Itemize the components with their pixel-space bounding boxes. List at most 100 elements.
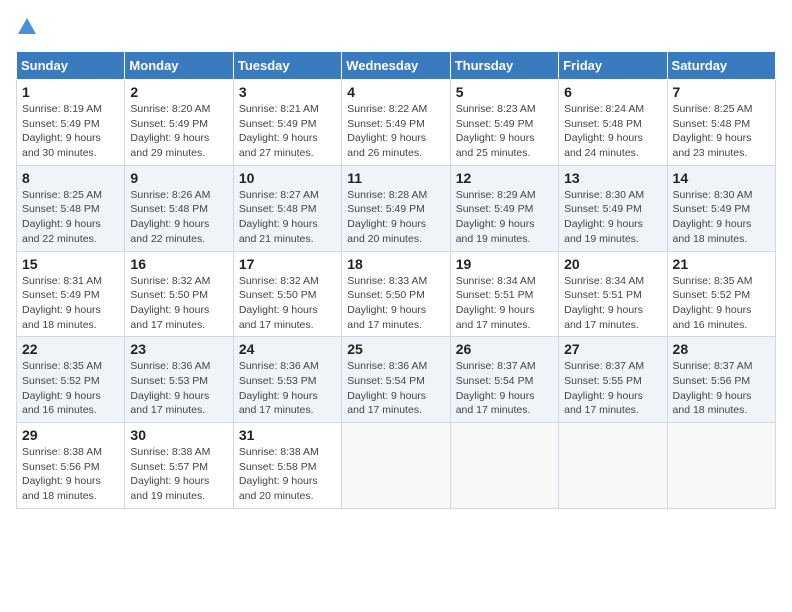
day-info: Sunrise: 8:37 AMSunset: 5:54 PMDaylight:… xyxy=(456,359,553,418)
day-info: Sunrise: 8:38 AMSunset: 5:57 PMDaylight:… xyxy=(130,445,227,504)
day-info: Sunrise: 8:36 AMSunset: 5:53 PMDaylight:… xyxy=(239,359,336,418)
day-info: Sunrise: 8:30 AMSunset: 5:49 PMDaylight:… xyxy=(564,188,661,247)
day-info: Sunrise: 8:34 AMSunset: 5:51 PMDaylight:… xyxy=(564,274,661,333)
calendar-cell: 27Sunrise: 8:37 AMSunset: 5:55 PMDayligh… xyxy=(559,337,667,423)
header-row: SundayMondayTuesdayWednesdayThursdayFrid… xyxy=(17,52,776,80)
day-info: Sunrise: 8:26 AMSunset: 5:48 PMDaylight:… xyxy=(130,188,227,247)
calendar-cell: 30Sunrise: 8:38 AMSunset: 5:57 PMDayligh… xyxy=(125,423,233,509)
day-number: 15 xyxy=(22,256,119,272)
calendar-cell: 8 Sunrise: 8:25 AMSunset: 5:48 PMDaylight… xyxy=(17,165,125,251)
calendar-cell: 24 Sunrise: 8:36 AMSunset: 5:53 PMDayligh… xyxy=(233,337,341,423)
calendar-cell: 13Sunrise: 8:30 AMSunset: 5:49 PMDayligh… xyxy=(559,165,667,251)
calendar-cell: 14 Sunrise: 8:30 AMSunset: 5:49 PMDayligh… xyxy=(667,165,775,251)
calendar-cell: 12 Sunrise: 8:29 AMSunset: 5:49 PMDayligh… xyxy=(450,165,558,251)
day-info: Sunrise: 8:36 AMSunset: 5:54 PMDaylight:… xyxy=(347,359,444,418)
day-info: Sunrise: 8:28 AMSunset: 5:49 PMDaylight:… xyxy=(347,188,444,247)
day-info: Sunrise: 8:38 AMSunset: 5:56 PMDaylight:… xyxy=(22,445,119,504)
day-number: 21 xyxy=(673,256,770,272)
day-info: Sunrise: 8:27 AMSunset: 5:48 PMDaylight:… xyxy=(239,188,336,247)
day-info: Sunrise: 8:21 AMSunset: 5:49 PMDaylight:… xyxy=(239,102,336,161)
day-number: 7 xyxy=(673,84,770,100)
day-number: 5 xyxy=(456,84,553,100)
day-info: Sunrise: 8:29 AMSunset: 5:49 PMDaylight:… xyxy=(456,188,553,247)
day-info: Sunrise: 8:32 AMSunset: 5:50 PMDaylight:… xyxy=(239,274,336,333)
day-info: Sunrise: 8:38 AMSunset: 5:58 PMDaylight:… xyxy=(239,445,336,504)
day-info: Sunrise: 8:35 AMSunset: 5:52 PMDaylight:… xyxy=(673,274,770,333)
day-number: 12 xyxy=(456,170,553,186)
calendar-table: SundayMondayTuesdayWednesdayThursdayFrid… xyxy=(16,51,776,509)
header xyxy=(16,16,776,43)
calendar-cell: 19 Sunrise: 8:34 AMSunset: 5:51 PMDayligh… xyxy=(450,251,558,337)
day-info: Sunrise: 8:31 AMSunset: 5:49 PMDaylight:… xyxy=(22,274,119,333)
header-day: Sunday xyxy=(17,52,125,80)
day-info: Sunrise: 8:23 AMSunset: 5:49 PMDaylight:… xyxy=(456,102,553,161)
calendar-week-row: 15 Sunrise: 8:31 AMSunset: 5:49 PMDayligh… xyxy=(17,251,776,337)
day-number: 8 xyxy=(22,170,119,186)
header-day: Friday xyxy=(559,52,667,80)
day-info: Sunrise: 8:30 AMSunset: 5:49 PMDaylight:… xyxy=(673,188,770,247)
calendar-week-row: 8 Sunrise: 8:25 AMSunset: 5:48 PMDaylight… xyxy=(17,165,776,251)
calendar-cell: 17 Sunrise: 8:32 AMSunset: 5:50 PMDayligh… xyxy=(233,251,341,337)
calendar-week-row: 1Sunrise: 8:19 AMSunset: 5:49 PMDaylight… xyxy=(17,80,776,166)
day-info: Sunrise: 8:20 AMSunset: 5:49 PMDaylight:… xyxy=(130,102,227,161)
calendar-cell: 6 Sunrise: 8:24 AMSunset: 5:48 PMDaylight… xyxy=(559,80,667,166)
calendar-cell: 11Sunrise: 8:28 AMSunset: 5:49 PMDayligh… xyxy=(342,165,450,251)
calendar-cell: 1Sunrise: 8:19 AMSunset: 5:49 PMDaylight… xyxy=(17,80,125,166)
calendar-cell: 16 Sunrise: 8:32 AMSunset: 5:50 PMDayligh… xyxy=(125,251,233,337)
day-number: 22 xyxy=(22,341,119,357)
day-info: Sunrise: 8:35 AMSunset: 5:52 PMDaylight:… xyxy=(22,359,119,418)
calendar-cell: 4 Sunrise: 8:22 AMSunset: 5:49 PMDaylight… xyxy=(342,80,450,166)
calendar-week-row: 22 Sunrise: 8:35 AMSunset: 5:52 PMDayligh… xyxy=(17,337,776,423)
header-day: Saturday xyxy=(667,52,775,80)
day-number: 19 xyxy=(456,256,553,272)
calendar-cell: 26 Sunrise: 8:37 AMSunset: 5:54 PMDayligh… xyxy=(450,337,558,423)
header-day: Wednesday xyxy=(342,52,450,80)
day-number: 25 xyxy=(347,341,444,357)
calendar-cell: 3 Sunrise: 8:21 AMSunset: 5:49 PMDaylight… xyxy=(233,80,341,166)
day-number: 24 xyxy=(239,341,336,357)
day-number: 20 xyxy=(564,256,661,272)
calendar-cell: 25 Sunrise: 8:36 AMSunset: 5:54 PMDayligh… xyxy=(342,337,450,423)
calendar-cell xyxy=(450,423,558,509)
day-info: Sunrise: 8:33 AMSunset: 5:50 PMDaylight:… xyxy=(347,274,444,333)
day-number: 16 xyxy=(130,256,227,272)
calendar-cell: 10Sunrise: 8:27 AMSunset: 5:48 PMDayligh… xyxy=(233,165,341,251)
calendar-cell: 18Sunrise: 8:33 AMSunset: 5:50 PMDayligh… xyxy=(342,251,450,337)
header-day: Thursday xyxy=(450,52,558,80)
calendar-cell: 2 Sunrise: 8:20 AMSunset: 5:49 PMDaylight… xyxy=(125,80,233,166)
day-info: Sunrise: 8:34 AMSunset: 5:51 PMDaylight:… xyxy=(456,274,553,333)
calendar-cell xyxy=(342,423,450,509)
day-info: Sunrise: 8:37 AMSunset: 5:56 PMDaylight:… xyxy=(673,359,770,418)
day-number: 31 xyxy=(239,427,336,443)
day-number: 6 xyxy=(564,84,661,100)
day-number: 17 xyxy=(239,256,336,272)
day-info: Sunrise: 8:25 AMSunset: 5:48 PMDaylight:… xyxy=(22,188,119,247)
day-info: Sunrise: 8:25 AMSunset: 5:48 PMDaylight:… xyxy=(673,102,770,161)
calendar-cell: 5 Sunrise: 8:23 AMSunset: 5:49 PMDaylight… xyxy=(450,80,558,166)
calendar-cell: 9Sunrise: 8:26 AMSunset: 5:48 PMDaylight… xyxy=(125,165,233,251)
header-day: Tuesday xyxy=(233,52,341,80)
day-number: 26 xyxy=(456,341,553,357)
calendar-cell: 7 Sunrise: 8:25 AMSunset: 5:48 PMDaylight… xyxy=(667,80,775,166)
calendar-cell: 28Sunrise: 8:37 AMSunset: 5:56 PMDayligh… xyxy=(667,337,775,423)
logo xyxy=(16,16,40,43)
day-info: Sunrise: 8:32 AMSunset: 5:50 PMDaylight:… xyxy=(130,274,227,333)
day-number: 1 xyxy=(22,84,119,100)
day-info: Sunrise: 8:36 AMSunset: 5:53 PMDaylight:… xyxy=(130,359,227,418)
calendar-week-row: 29Sunrise: 8:38 AMSunset: 5:56 PMDayligh… xyxy=(17,423,776,509)
calendar-cell xyxy=(559,423,667,509)
day-number: 3 xyxy=(239,84,336,100)
calendar-cell: 21 Sunrise: 8:35 AMSunset: 5:52 PMDayligh… xyxy=(667,251,775,337)
day-info: Sunrise: 8:37 AMSunset: 5:55 PMDaylight:… xyxy=(564,359,661,418)
calendar-cell: 20 Sunrise: 8:34 AMSunset: 5:51 PMDayligh… xyxy=(559,251,667,337)
calendar-cell: 23Sunrise: 8:36 AMSunset: 5:53 PMDayligh… xyxy=(125,337,233,423)
day-number: 14 xyxy=(673,170,770,186)
calendar-cell: 31 Sunrise: 8:38 AMSunset: 5:58 PMDayligh… xyxy=(233,423,341,509)
day-number: 2 xyxy=(130,84,227,100)
day-info: Sunrise: 8:22 AMSunset: 5:49 PMDaylight:… xyxy=(347,102,444,161)
day-info: Sunrise: 8:24 AMSunset: 5:48 PMDaylight:… xyxy=(564,102,661,161)
calendar-cell xyxy=(667,423,775,509)
logo-icon xyxy=(16,16,38,38)
calendar-body: 1Sunrise: 8:19 AMSunset: 5:49 PMDaylight… xyxy=(17,80,776,509)
day-number: 4 xyxy=(347,84,444,100)
